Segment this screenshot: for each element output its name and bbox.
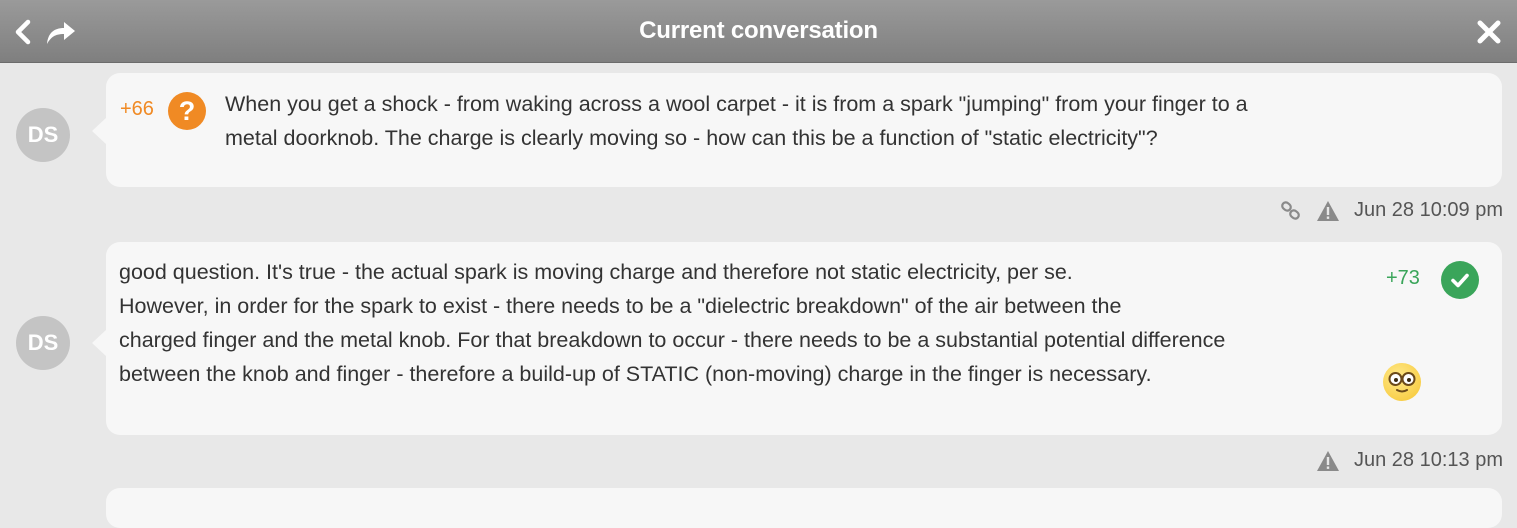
message-line: between the knob and finger - therefore …: [119, 362, 1152, 386]
answer-score: +73: [1386, 267, 1420, 289]
question-icon: ?: [168, 92, 206, 130]
question-bubble: +66 ? When you get a shock - from waking…: [92, 73, 1502, 187]
timestamp: Jun 28 10:09 pm: [1354, 199, 1503, 221]
message-line: However, in order for the spark to exist…: [119, 294, 1122, 318]
message-meta: Jun 28 10:13 pm: [1316, 449, 1503, 472]
link-icon[interactable]: [1280, 200, 1302, 222]
timestamp: Jun 28 10:13 pm: [1354, 449, 1503, 471]
answer-bubble: good question. It's true - the actual sp…: [92, 242, 1502, 435]
answer-text: good question. It's true - the actual sp…: [119, 255, 1225, 391]
next-message-bubble: [106, 488, 1502, 528]
check-icon: [1441, 261, 1479, 299]
message-meta: Jun 28 10:09 pm: [1280, 199, 1503, 222]
avatar[interactable]: DS: [16, 108, 70, 162]
warning-icon[interactable]: [1316, 450, 1340, 472]
warning-icon[interactable]: [1316, 200, 1340, 222]
message-line: charged finger and the metal knob. For t…: [119, 328, 1226, 352]
nerd-face-emoji-icon: [1383, 363, 1421, 401]
question-text: When you get a shock - from waking acros…: [225, 87, 1248, 155]
message-line: When you get a shock - from waking acros…: [225, 92, 1248, 116]
window-title: Current conversation: [639, 17, 878, 44]
avatar[interactable]: DS: [16, 316, 70, 370]
message-line: metal doorknob. The charge is clearly mo…: [225, 126, 1158, 150]
message-line: good question. It's true - the actual sp…: [119, 260, 1073, 284]
bubble-tail: [92, 117, 107, 145]
close-icon[interactable]: [1473, 16, 1505, 48]
bubble-tail: [92, 329, 107, 357]
window-titlebar: Current conversation: [0, 0, 1517, 63]
question-score: +66: [120, 98, 154, 120]
